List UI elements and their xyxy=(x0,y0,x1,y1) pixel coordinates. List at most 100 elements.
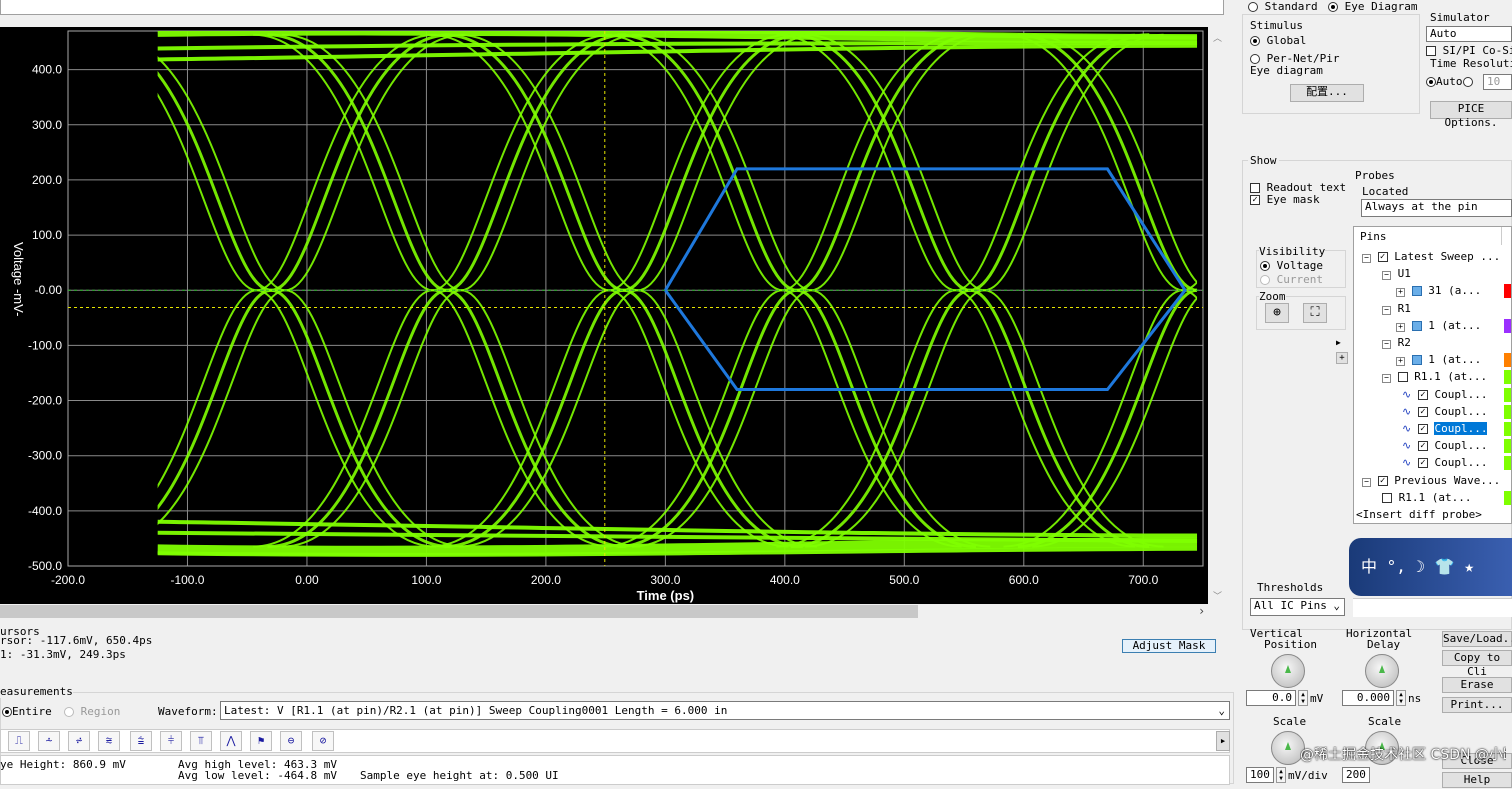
expand-icon[interactable]: + xyxy=(1396,322,1405,332)
tree-row[interactable]: − ✓ Latest Sweep ... xyxy=(1362,249,1500,265)
expand-icon[interactable]: − xyxy=(1382,340,1391,349)
scroll-up-icon[interactable]: ︿ xyxy=(1213,31,1222,44)
config-button[interactable]: 配置... xyxy=(1290,84,1364,102)
tree-row[interactable]: − U1 xyxy=(1382,266,1411,282)
trace-color-swatch[interactable] xyxy=(1504,318,1511,333)
mask-hit-tool-icon[interactable]: ⊘ xyxy=(312,731,334,751)
stimulus-global-radio[interactable]: Global xyxy=(1250,34,1306,47)
probe-color-box[interactable] xyxy=(1411,286,1422,297)
trace-color-swatch[interactable] xyxy=(1504,490,1511,505)
checkbox-checked-icon[interactable]: ✓ xyxy=(1417,458,1428,469)
scroll-down-icon[interactable]: ﹀ xyxy=(1213,589,1222,602)
adjust-mask-button[interactable]: Adjust Mask xyxy=(1122,639,1216,653)
erase-button[interactable]: Erase xyxy=(1442,677,1512,693)
trace-color-swatch[interactable] xyxy=(1504,353,1511,368)
measure-region-radio[interactable]: Region xyxy=(64,705,120,718)
tree-row[interactable]: + 31 (a... xyxy=(1396,283,1481,299)
horizontal-scale-input[interactable]: 200 xyxy=(1342,767,1370,783)
help-button[interactable]: Help xyxy=(1442,772,1512,788)
waveform-select[interactable]: Latest: V [R1.1 (at pin)/R2.1 (at pin)] … xyxy=(220,701,1230,720)
cosim-checkbox[interactable]: SI/PI Co-Sim xyxy=(1426,44,1512,57)
checkbox-checked-icon[interactable]: ✓ xyxy=(1377,252,1388,262)
vertical-position-spinner[interactable]: ▲ ▼ xyxy=(1298,690,1308,706)
checkbox-checked-icon[interactable]: ✓ xyxy=(1417,441,1428,452)
probe-tree[interactable]: Pins − ✓ Latest Sweep ... − U1 + 31 (a... −… xyxy=(1353,226,1512,524)
tree-row[interactable]: − R1.1 (at... xyxy=(1382,369,1487,385)
zoom-in-icon[interactable]: ⊕ xyxy=(1265,303,1289,323)
visibility-voltage-radio[interactable]: Voltage xyxy=(1260,259,1323,272)
expand-icon[interactable]: − xyxy=(1362,477,1371,487)
plus-small-icon[interactable]: + xyxy=(1336,352,1348,364)
trace-color-swatch[interactable] xyxy=(1504,456,1511,471)
time-res-auto-radio[interactable]: Auto xyxy=(1426,75,1473,88)
tree-row[interactable]: − ✓ Previous Wave... xyxy=(1362,473,1500,489)
fall-time-tool-icon[interactable]: ⩫ xyxy=(68,731,90,751)
tree-row[interactable]: ∿ ✓ Coupl... xyxy=(1402,387,1487,403)
save-load-button[interactable]: Save/Load.. xyxy=(1442,631,1512,647)
checkbox-checked-icon[interactable]: ✓ xyxy=(1417,389,1428,400)
time-resolution-input[interactable]: 10 xyxy=(1483,74,1512,90)
horizontal-scroll-thumb[interactable] xyxy=(0,605,918,618)
trace-color-swatch[interactable] xyxy=(1504,387,1511,402)
eye-width-tool-icon[interactable]: ⎍ xyxy=(8,731,30,751)
checkbox-checked-icon[interactable]: ✓ xyxy=(1417,424,1428,434)
tree-row[interactable]: ∿ ✓ Coupl... xyxy=(1402,438,1487,454)
tree-row[interactable]: ∿ ✓ Coupl... xyxy=(1402,421,1488,437)
zoom-fit-icon[interactable]: ⛶ xyxy=(1303,303,1327,323)
mode-eye-radio[interactable]: Eye Diagram xyxy=(1328,0,1417,13)
toolbar-scroll-right-icon[interactable]: ▸ xyxy=(1216,731,1230,751)
high-level-tool-icon[interactable]: ⫩ xyxy=(160,731,182,751)
tree-row[interactable]: R1.1 (at... xyxy=(1382,490,1471,506)
expand-icon[interactable]: − xyxy=(1382,305,1391,315)
spice-options-button[interactable]: PICE Options. xyxy=(1430,101,1512,129)
visibility-current-radio[interactable]: Current xyxy=(1260,273,1323,286)
trace-color-swatch[interactable] xyxy=(1504,404,1511,419)
expand-icon[interactable]: − xyxy=(1382,374,1391,384)
expand-icon[interactable]: + xyxy=(1396,288,1405,298)
expand-arrow-icon[interactable]: ▶ xyxy=(1336,338,1341,347)
trace-color-swatch[interactable] xyxy=(1504,422,1511,436)
marker-tool-icon[interactable]: ⚑ xyxy=(250,731,272,751)
checkbox-icon[interactable] xyxy=(1397,372,1408,383)
expand-icon[interactable]: − xyxy=(1382,271,1391,281)
thresholds-select[interactable]: All IC Pins ⌄ xyxy=(1250,598,1345,616)
trace-color-swatch[interactable] xyxy=(1504,439,1511,454)
eye-diagram-plot[interactable]: 400.0 300.0 200.0 100.0 -0.00 -100.0 -200.0 -30… xyxy=(0,27,1208,604)
crossing-tool-icon[interactable]: ⊖ xyxy=(280,731,302,751)
checkbox-checked-icon[interactable]: ✓ xyxy=(1417,406,1428,417)
tree-row[interactable]: − R2 xyxy=(1382,335,1411,351)
vertical-scale-input[interactable]: 100 xyxy=(1246,767,1274,783)
tree-row[interactable]: + 1 (at... xyxy=(1396,352,1481,368)
probe-color-box[interactable] xyxy=(1411,355,1422,366)
jitter-tool-icon[interactable]: ⋀ xyxy=(220,731,242,751)
undershoot-tool-icon[interactable]: ⩭ xyxy=(130,731,152,751)
horizontal-delay-input[interactable]: 0.000 xyxy=(1342,690,1394,706)
print-button[interactable]: Print... xyxy=(1442,697,1512,713)
rise-time-tool-icon[interactable]: ⩪ xyxy=(38,731,60,751)
checkbox-checked-icon[interactable]: ✓ xyxy=(1377,475,1388,486)
probe-color-box[interactable] xyxy=(1411,320,1422,331)
tree-row[interactable]: ∿ ✓ Coupl... xyxy=(1402,404,1487,420)
vertical-scale-spinner[interactable]: ▲ ▼ xyxy=(1276,767,1286,783)
eye-mask-checkbox[interactable]: ✓ Eye mask xyxy=(1250,193,1320,206)
tree-row[interactable]: + 1 (at... xyxy=(1396,318,1481,334)
expand-icon[interactable]: − xyxy=(1362,254,1371,263)
low-level-tool-icon[interactable]: ⫪ xyxy=(190,731,212,751)
expand-icon[interactable]: + xyxy=(1396,357,1405,367)
located-select[interactable]: Always at the pin xyxy=(1361,199,1512,217)
trace-color-swatch[interactable] xyxy=(1504,284,1511,299)
horizontal-delay-spinner[interactable]: ▲ ▼ xyxy=(1396,690,1406,706)
insert-diff-probe[interactable]: <Insert diff probe> xyxy=(1356,507,1482,523)
vertical-position-knob[interactable] xyxy=(1271,654,1305,688)
tree-row[interactable]: ∿ ✓ Coupl... xyxy=(1402,455,1487,471)
tree-row[interactable]: − R1 xyxy=(1382,301,1411,317)
horizontal-delay-knob[interactable] xyxy=(1365,654,1399,688)
mode-standard-radio[interactable]: Standard xyxy=(1248,0,1318,13)
overshoot-tool-icon[interactable]: ⩬ xyxy=(98,731,120,751)
simulator-select[interactable]: Auto xyxy=(1426,26,1512,42)
trace-color-swatch[interactable] xyxy=(1504,370,1511,385)
ime-toolbar[interactable]: 中 °, ☽ 👕 ★ xyxy=(1349,538,1512,596)
scroll-right-icon[interactable]: › xyxy=(1198,604,1205,618)
measure-entire-radio[interactable]: Entire xyxy=(2,705,52,718)
copy-to-clipboard-button[interactable]: Copy to Cli xyxy=(1442,650,1512,678)
